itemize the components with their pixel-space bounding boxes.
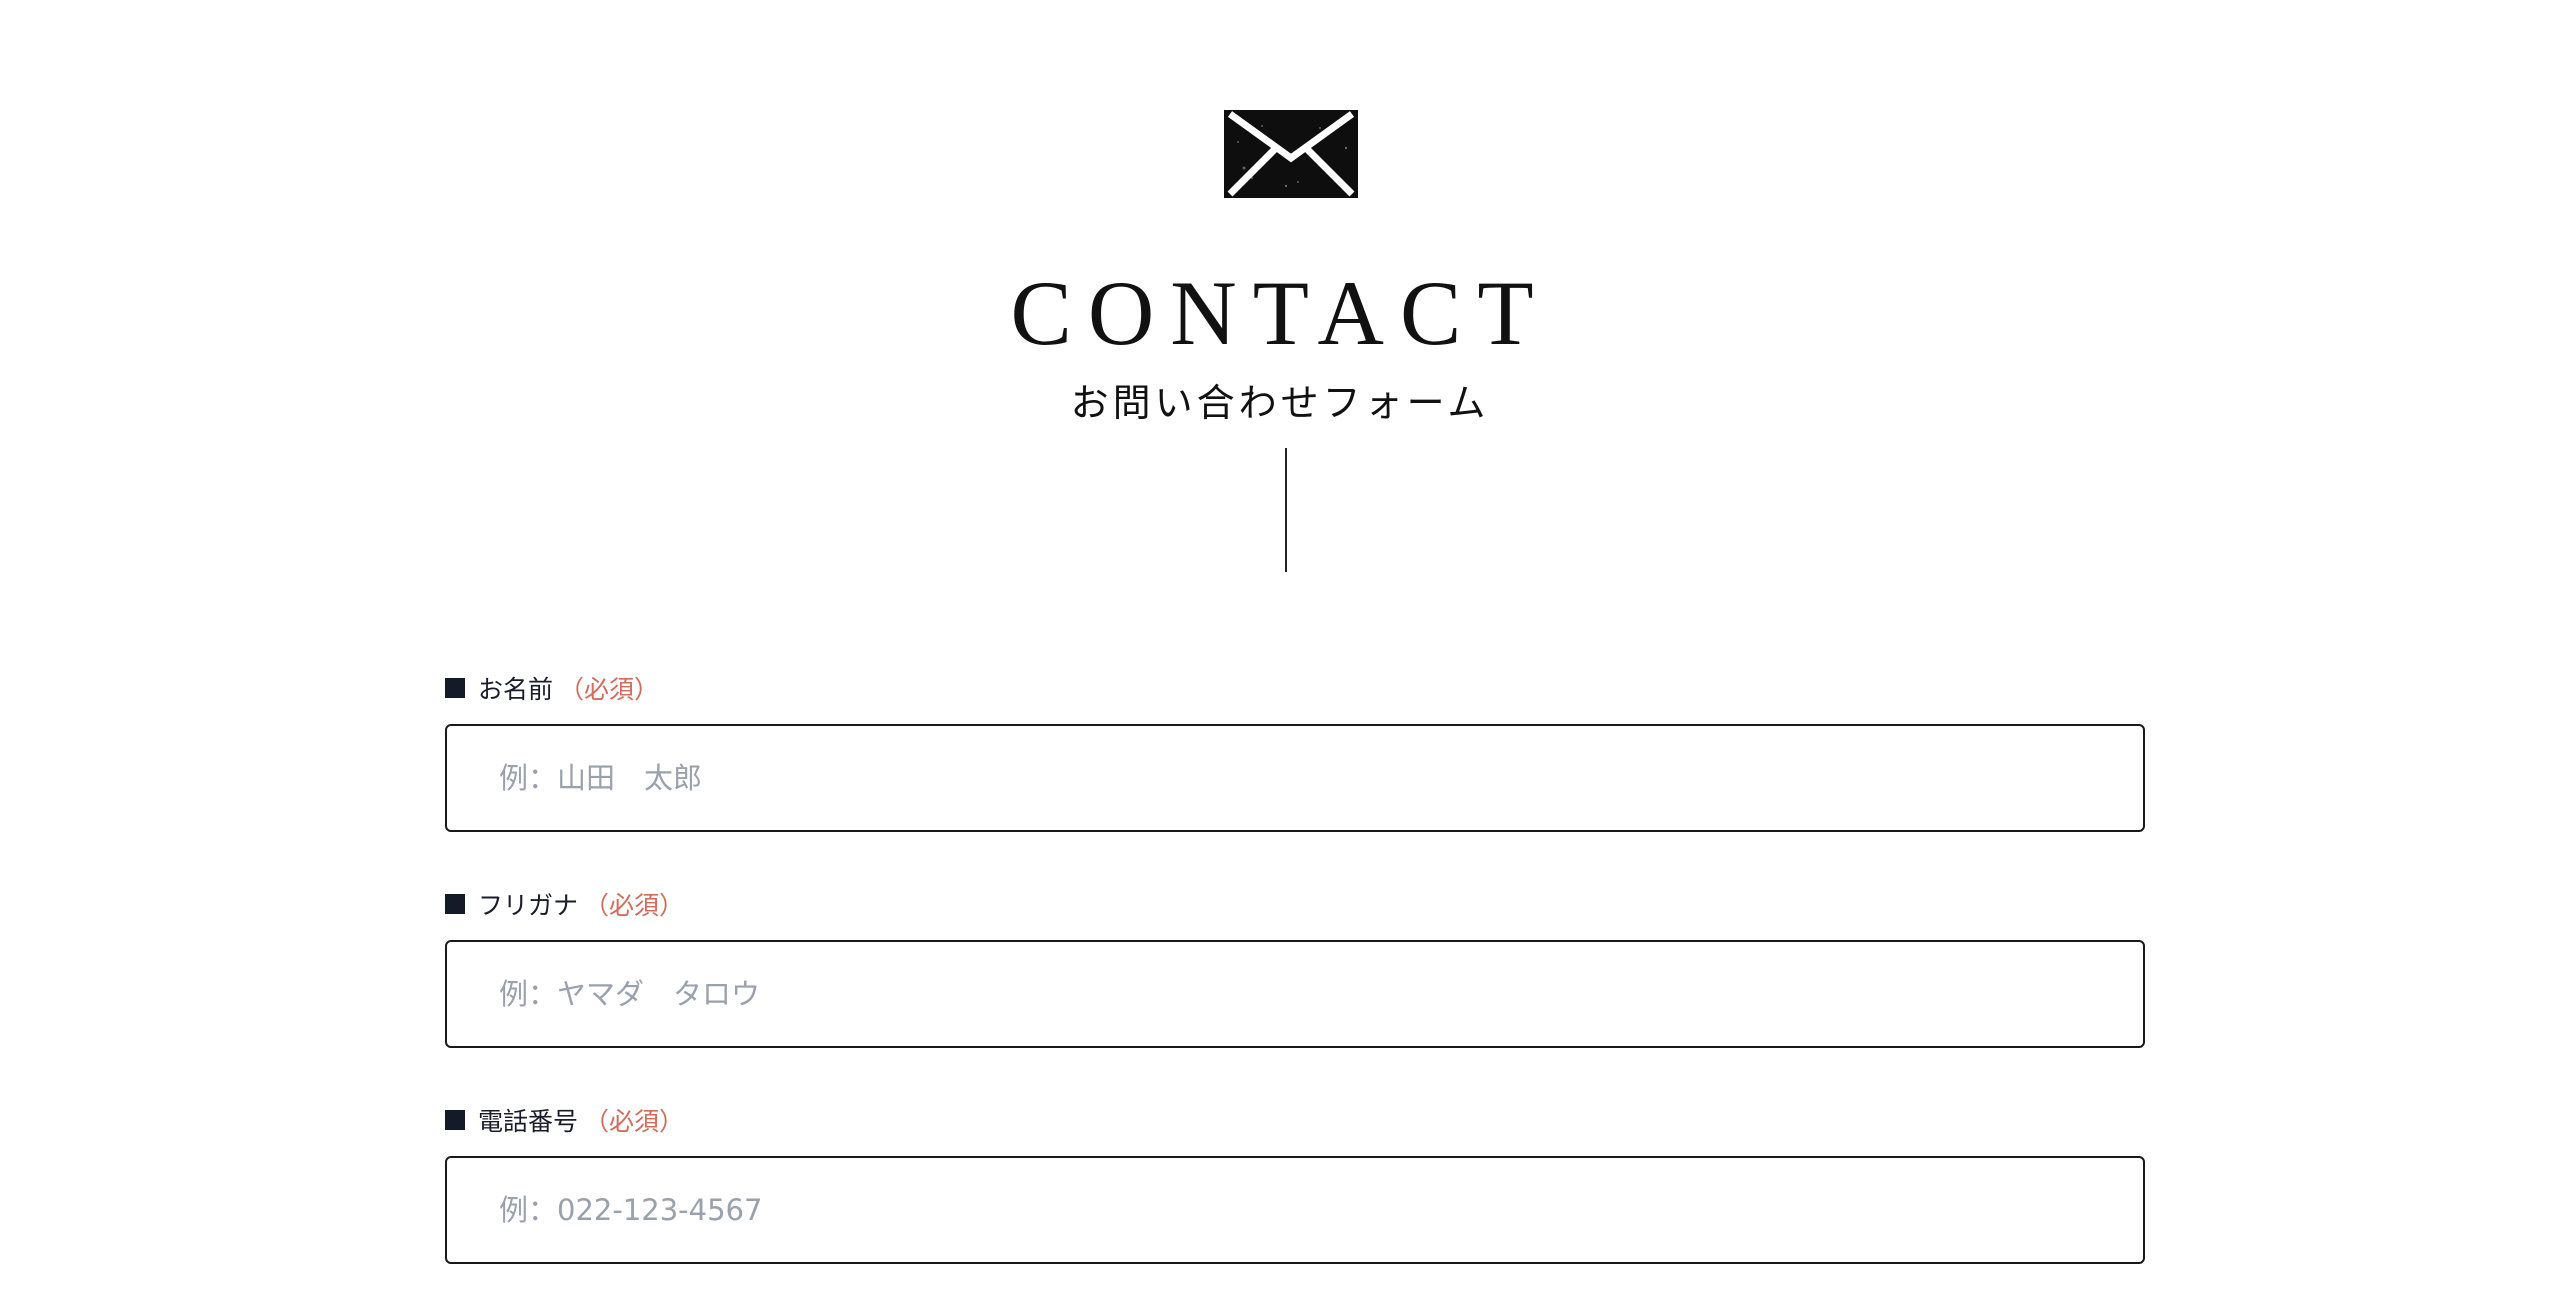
phone-label: 電話番号 （必須） [445,1100,684,1140]
furigana-label: フリガナ （必須） [445,884,684,924]
name-input-box [445,724,2145,832]
required-badge: （必須） [559,675,660,704]
contact-header: CONTACT お問い合わせフォーム [0,0,2560,600]
name-field-group: お名前 （必須） [445,664,2145,880]
furigana-label-text: フリガナ [478,891,579,920]
furigana-input[interactable] [447,942,2143,1046]
contact-form: お名前 （必須） フリガナ （必須） 電話番号 （必須） [445,664,2145,1312]
envelope-icon [1222,108,1360,200]
square-bullet-icon [445,1110,465,1130]
vertical-divider [1285,448,1287,572]
page-title: CONTACT [1010,262,1550,364]
name-input[interactable] [447,726,2143,830]
furigana-field-group: フリガナ （必須） [445,880,2145,1096]
page-subtitle: お問い合わせフォーム [1070,381,1490,425]
required-badge: （必須） [584,891,685,920]
phone-input[interactable] [447,1158,2143,1262]
name-label: お名前 （必須） [445,668,659,708]
square-bullet-icon [445,894,465,914]
square-bullet-icon [445,678,465,698]
required-badge: （必須） [584,1107,685,1136]
phone-label-text: 電話番号 [478,1107,579,1136]
phone-input-box [445,1156,2145,1264]
name-label-text: お名前 [478,675,554,704]
furigana-input-box [445,940,2145,1048]
phone-field-group: 電話番号 （必須） [445,1096,2145,1312]
